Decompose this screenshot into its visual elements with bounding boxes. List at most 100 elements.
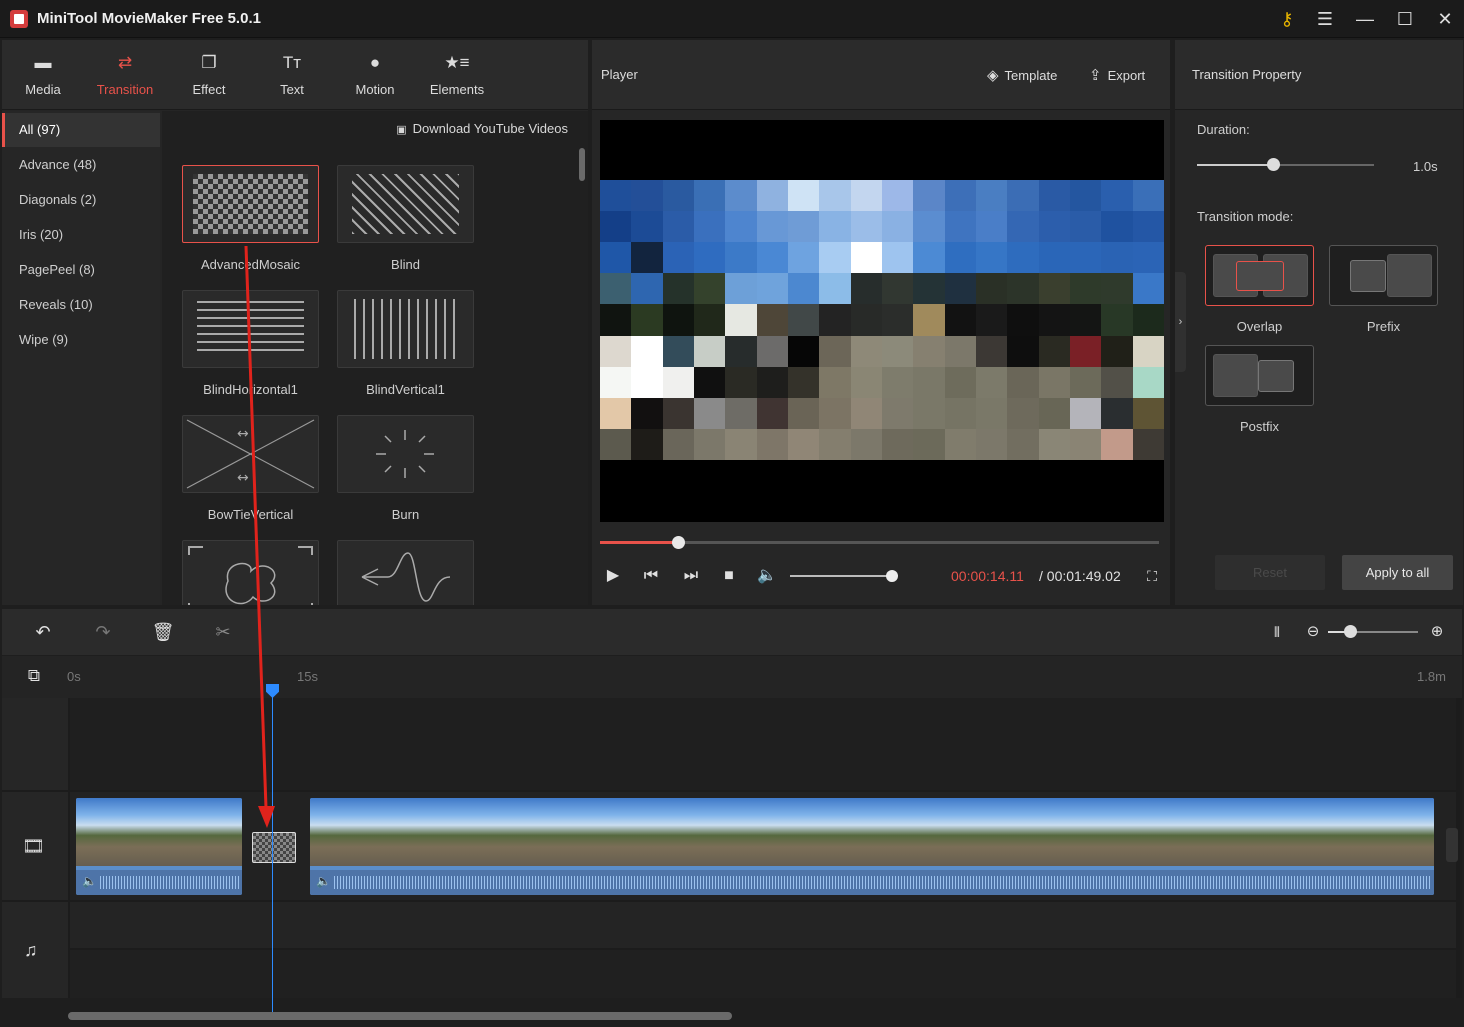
zoom-slider[interactable] [1328,625,1418,638]
key-icon[interactable]: ⚷ [1272,4,1302,34]
maximize-icon[interactable]: ☐ [1390,4,1420,34]
transition-thumb-wave[interactable] [337,540,474,605]
undo-icon[interactable]: ↶ [31,621,55,643]
cut-icon[interactable]: ✂ [211,621,235,643]
category-pagepeel[interactable]: PagePeel (8) [2,253,160,287]
ruler-start: 0s [67,669,81,684]
player-title: Player [601,67,638,82]
folder-icon: ▬ [34,53,52,72]
zoom-knob[interactable] [1344,625,1357,638]
category-all[interactable]: All (97) [2,113,160,147]
vlines-preview [354,299,457,359]
previous-frame-icon[interactable]: ⏮ [640,565,662,587]
category-diagonals[interactable]: Diagonals (2) [2,183,160,217]
tab-motion[interactable]: ● Motion [335,50,415,106]
transition-label: BowTieVertical [207,507,294,522]
transition-thumb-blindhorizontal1[interactable] [182,290,319,368]
mode-postfix[interactable] [1205,345,1314,406]
hlines-preview [197,301,304,357]
music-track[interactable] [70,902,1456,948]
transition-slot[interactable] [252,832,296,863]
checker-preview [193,174,308,234]
svg-text:↔: ↔ [237,426,249,442]
empty-track[interactable] [70,698,1456,790]
tab-elements[interactable]: ★≡ Elements [417,50,497,106]
zoom-in-icon[interactable]: ⊕ [1425,621,1449,643]
timeline-toolbar: ↶ ↷ 🗑 ✂ ⫴ ⊖ ⊕ [2,609,1462,655]
next-frame-icon[interactable]: ⏭ [680,565,702,587]
track-scroll-handle[interactable] [1446,828,1458,862]
video-clip-1[interactable]: 🔈 [76,798,242,895]
mode-label: Prefix [1366,319,1401,334]
mode-prefix[interactable] [1329,245,1438,306]
ruler-end: 1.8m [1417,669,1446,684]
transition-label: Blind [391,257,420,272]
playback-progress[interactable] [600,536,1159,549]
mode-label: Overlap [1236,319,1283,334]
template-icon: ◈ [987,67,999,84]
video-preview[interactable] [600,120,1164,522]
blob-preview [188,546,313,605]
category-advance[interactable]: Advance (48) [2,148,160,182]
duration-slider[interactable] [1197,158,1374,171]
speaker-icon[interactable]: 🔈 [82,874,97,888]
speaker-icon[interactable]: 🔈 [316,874,331,888]
clip-thumbnails [310,798,1434,866]
close-icon[interactable]: ✕ [1430,4,1460,34]
transition-thumb-advancedmosaic[interactable] [182,165,319,243]
fullscreen-icon[interactable]: ⛶ [1141,565,1163,587]
burn-preview [376,430,434,478]
redo-icon[interactable]: ↷ [91,621,115,643]
download-youtube-link[interactable]: ▣ Download YouTube Videos [396,121,568,136]
transition-thumb-bowtievertical[interactable]: ↔ ↔ [182,415,319,493]
add-track-icon[interactable]: ⧉ [22,665,46,687]
clip-thumbnails [76,798,242,866]
reset-button[interactable]: Reset [1215,555,1325,590]
transition-thumb-burn[interactable] [337,415,474,493]
duration-knob[interactable] [1267,158,1281,171]
timeline-ruler[interactable]: ⧉ 0s 15s 1.8m [2,656,1462,698]
transition-thumb-shape[interactable] [182,540,319,605]
timeline-scrollbar[interactable] [68,1012,732,1020]
category-wipe[interactable]: Wipe (9) [2,323,160,357]
transition-label: AdvancedMosaic [201,257,300,272]
stop-icon[interactable]: ■ [718,565,740,587]
transition-mode-label: Transition mode: [1197,209,1294,224]
transition-grid: ▣ Download YouTube Videos AdvancedMosaic … [162,111,588,605]
collapse-panel-icon[interactable]: › [1175,272,1186,372]
category-sidebar: All (97) Advance (48) Diagonals (2) Iris… [2,111,160,605]
menu-icon[interactable]: ☰ [1310,4,1340,34]
mode-overlap[interactable] [1205,245,1314,306]
volume-slider[interactable] [790,570,898,582]
transition-thumb-blindvertical1[interactable] [337,290,474,368]
tab-text[interactable]: Tт Text [252,50,332,106]
library-panel: ▬ Media ⇄ Transition ❐ Effect Tт Text ● … [2,40,588,605]
timeline-tracks: 🎞 ♫ 🔈 🔈 [2,698,1462,998]
zoom-out-icon[interactable]: ⊖ [1301,621,1325,643]
library-scrollbar[interactable] [579,148,585,181]
play-icon[interactable]: ▶ [602,565,624,587]
tab-media[interactable]: ▬ Media [3,50,83,106]
current-time: 00:00:14.11 [951,568,1024,584]
tab-effect[interactable]: ❐ Effect [169,50,249,106]
title-bar: MiniTool MovieMaker Free 5.0.1 ⚷ ☰ — ☐ ✕ [0,0,1464,38]
music-track-lower[interactable] [70,950,1456,998]
minimize-icon[interactable]: — [1350,4,1380,34]
template-button[interactable]: ◈ Template [987,66,1057,84]
video-clip-2[interactable]: 🔈 [310,798,1434,895]
category-iris[interactable]: Iris (20) [2,218,160,252]
progress-knob[interactable] [672,536,686,549]
volume-knob[interactable] [886,570,898,582]
player-header: Player ◈ Template ⇪ Export [592,40,1170,110]
volume-icon[interactable]: 🔈 [756,565,778,587]
film-icon: 🎞 [22,836,45,856]
transition-thumb-blind[interactable] [337,165,474,243]
playhead-line[interactable] [272,684,273,1014]
apply-to-all-button[interactable]: Apply to all [1342,555,1453,590]
category-reveals[interactable]: Reveals (10) [2,288,160,322]
video-track-header: 🎞 [2,792,68,900]
tab-transition[interactable]: ⇄ Transition [85,50,165,106]
delete-icon[interactable]: 🗑 [151,621,175,643]
fit-timeline-icon[interactable]: ⫴ [1265,621,1289,643]
export-button[interactable]: ⇪ Export [1089,66,1145,84]
